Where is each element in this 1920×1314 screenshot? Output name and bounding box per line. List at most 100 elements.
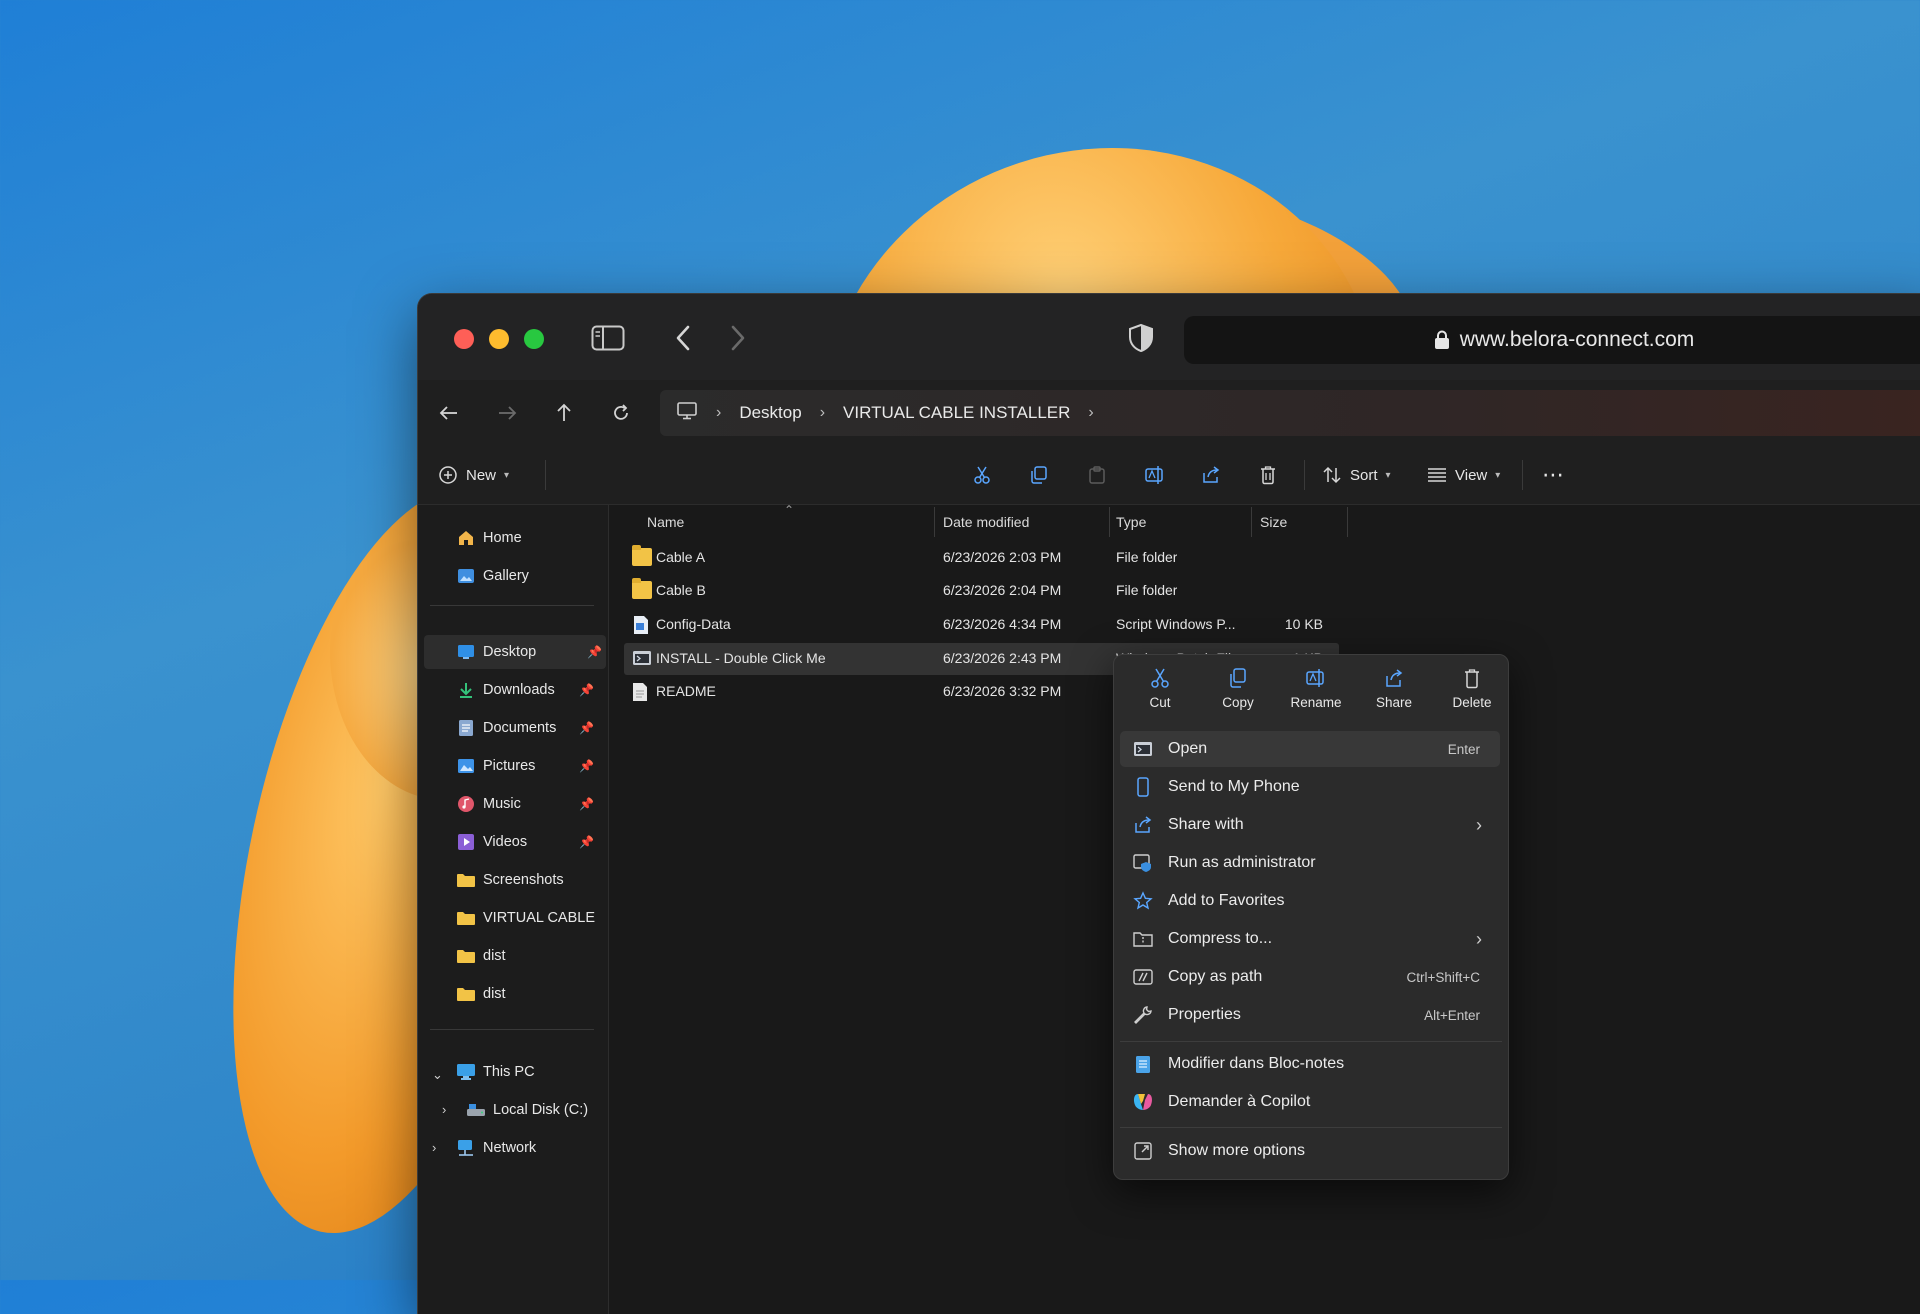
new-button[interactable]: New ▾: [438, 458, 509, 492]
menu-item-properties[interactable]: Properties Alt+Enter: [1120, 997, 1500, 1033]
sidebar-item-documents[interactable]: Documents 📌: [418, 711, 598, 745]
maximize-window-button[interactable]: [524, 329, 544, 349]
close-window-button[interactable]: [454, 329, 474, 349]
copilot-icon: [1132, 1091, 1154, 1113]
pin-icon: 📌: [587, 645, 602, 659]
sort-ascending-icon: ⌃: [784, 503, 795, 517]
sidebar-toggle-icon[interactable]: [588, 318, 628, 358]
url-bar[interactable]: www.belora-connect.com: [1184, 316, 1920, 364]
sidebar-item-downloads[interactable]: Downloads 📌: [418, 673, 598, 707]
file-row[interactable]: Config-Data 6/23/2026 4:34 PM Script Win…: [624, 609, 1339, 641]
paste-toolbar-button[interactable]: [1087, 458, 1107, 492]
minimize-window-button[interactable]: [489, 329, 509, 349]
sidebar-item-videos[interactable]: Videos 📌: [418, 825, 598, 859]
sidebar-item-this-pc[interactable]: This PC: [418, 1055, 598, 1089]
downloads-icon: [456, 680, 476, 700]
sidebar-item-dist-2[interactable]: dist: [418, 977, 598, 1011]
videos-icon: [456, 832, 476, 852]
sort-icon: [1323, 466, 1341, 484]
browser-forward-icon[interactable]: [723, 318, 753, 358]
browser-back-icon[interactable]: [668, 318, 698, 358]
folder-icon: [456, 908, 476, 928]
sidebar-item-virtual-cable-installer[interactable]: VIRTUAL CABLE INSTALLER: [418, 901, 598, 935]
chevron-down-icon: ▾: [1385, 469, 1391, 481]
view-button[interactable]: View ▾: [1427, 458, 1500, 492]
view-label: View: [1455, 466, 1488, 484]
sidebar-item-network[interactable]: Network: [418, 1131, 598, 1165]
cut-icon: [1151, 668, 1169, 688]
menu-item-copilot[interactable]: Demander à Copilot: [1120, 1084, 1500, 1120]
pin-icon: 📌: [579, 721, 594, 735]
cut-icon: [974, 466, 990, 484]
sidebar-item-pictures[interactable]: Pictures 📌: [418, 749, 598, 783]
menu-item-add-to-favorites[interactable]: Add to Favorites: [1120, 883, 1500, 919]
quick-action-cut[interactable]: Cut: [1123, 667, 1197, 725]
share-toolbar-button[interactable]: [1201, 458, 1221, 492]
share-icon: [1203, 466, 1220, 483]
column-header-size[interactable]: Size: [1260, 505, 1287, 539]
home-icon: [456, 528, 476, 548]
share-icon: [1386, 669, 1403, 687]
menu-item-open[interactable]: Open Enter: [1120, 731, 1500, 767]
browser-window: www.belora-connect.com › Desktop › VIRTU…: [418, 294, 1920, 1314]
sidebar-item-desktop[interactable]: Desktop 📌: [424, 635, 606, 669]
column-header-name[interactable]: Name: [647, 505, 684, 539]
menu-item-run-as-administrator[interactable]: Run as administrator: [1120, 845, 1500, 881]
lock-icon: [1434, 330, 1449, 349]
sidebar-item-local-disk[interactable]: Local Disk (C:): [418, 1093, 598, 1127]
navigation-pane: Home Gallery Desktop 📌 Downloads 📌 Docum…: [418, 505, 609, 1314]
explorer-back-icon[interactable]: [434, 398, 464, 428]
sidebar-item-dist[interactable]: dist: [418, 939, 598, 973]
breadcrumb-item-desktop[interactable]: Desktop: [739, 403, 801, 423]
properties-icon: [1132, 1004, 1154, 1026]
sidebar-item-home[interactable]: Home: [418, 521, 598, 555]
new-label: New: [466, 466, 497, 484]
notepad-icon: [1132, 1053, 1154, 1075]
folder-icon: [632, 545, 652, 566]
rename-toolbar-button[interactable]: [1144, 458, 1166, 492]
menu-item-compress-to[interactable]: Compress to... ›: [1120, 921, 1500, 957]
sidebar-item-music[interactable]: Music 📌: [418, 787, 598, 821]
column-header-date[interactable]: Date modified: [943, 505, 1029, 539]
more-options-icon[interactable]: ⋯: [1542, 458, 1565, 492]
explorer-up-icon[interactable]: [549, 398, 579, 428]
quick-action-delete[interactable]: Delete: [1435, 667, 1509, 725]
file-row[interactable]: Cable A 6/23/2026 2:03 PM File folder: [624, 542, 1339, 574]
quick-action-rename[interactable]: Rename: [1279, 667, 1353, 725]
menu-item-share-with[interactable]: Share with ›: [1120, 807, 1500, 843]
rename-icon: [1145, 466, 1163, 484]
breadcrumb-item-folder[interactable]: VIRTUAL CABLE INSTALLER: [843, 403, 1070, 423]
refresh-icon[interactable]: [606, 398, 636, 428]
pin-icon: 📌: [579, 835, 594, 849]
sort-button[interactable]: Sort ▾: [1322, 458, 1391, 492]
menu-item-notepad[interactable]: Modifier dans Bloc-notes: [1120, 1046, 1500, 1082]
context-menu: Cut Copy Rename Share Delete Open Enter …: [1113, 654, 1509, 1180]
delete-icon: [1465, 669, 1479, 689]
open-icon: [1132, 738, 1154, 760]
quick-action-copy[interactable]: Copy: [1201, 667, 1275, 725]
sidebar-item-gallery[interactable]: Gallery: [418, 559, 598, 593]
menu-item-send-to-phone[interactable]: Send to My Phone: [1120, 769, 1500, 805]
chevron-down-icon: ▾: [1495, 469, 1501, 481]
cut-toolbar-button[interactable]: [972, 458, 992, 492]
privacy-shield-icon[interactable]: [1124, 318, 1158, 358]
delete-toolbar-button[interactable]: [1259, 458, 1277, 492]
menu-item-copy-as-path[interactable]: Copy as path Ctrl+Shift+C: [1120, 959, 1500, 995]
desktop-icon: [456, 642, 476, 662]
breadcrumb[interactable]: › Desktop › VIRTUAL CABLE INSTALLER ›: [660, 390, 1920, 436]
file-row[interactable]: Cable B 6/23/2026 2:04 PM File folder: [624, 575, 1339, 607]
explorer-forward-icon[interactable]: [492, 398, 522, 428]
this-pc-icon[interactable]: [676, 401, 698, 425]
column-header-type[interactable]: Type: [1116, 505, 1146, 539]
chevron-right-icon: ›: [1476, 928, 1482, 949]
rename-icon: [1306, 669, 1324, 687]
sidebar-item-screenshots[interactable]: Screenshots: [418, 863, 598, 897]
chevron-right-icon[interactable]: ›: [1088, 404, 1093, 422]
copy-toolbar-button[interactable]: [1029, 458, 1049, 492]
menu-item-show-more-options[interactable]: Show more options: [1120, 1133, 1500, 1169]
pc-icon: [456, 1062, 476, 1082]
disk-icon: [466, 1100, 486, 1120]
gallery-icon: [456, 566, 476, 586]
phone-icon: [1132, 776, 1154, 798]
quick-action-share[interactable]: Share: [1357, 667, 1431, 725]
